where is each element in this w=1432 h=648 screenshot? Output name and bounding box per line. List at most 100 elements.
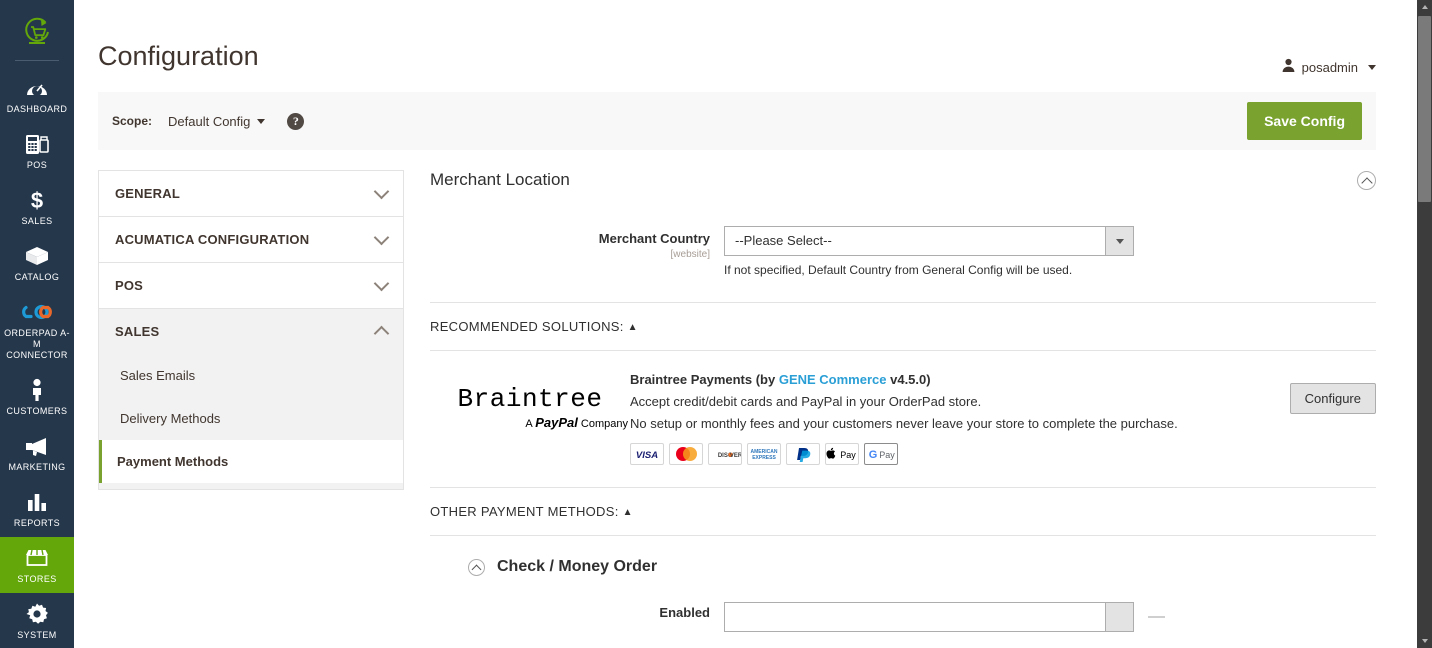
- discover-card-icon: DISC VER: [708, 443, 742, 465]
- merchant-country-control-col: --Please Select-- If not specified, Defa…: [724, 226, 1376, 278]
- amex-card-icon: AMERICAN EXPRESS: [747, 443, 781, 465]
- dashboard-gauge-icon: [2, 75, 72, 101]
- enabled-select[interactable]: [724, 602, 1134, 632]
- sidebar-item-system[interactable]: SYSTEM: [0, 593, 74, 648]
- gear-icon: [2, 601, 72, 627]
- bar-chart-icon: [2, 489, 72, 515]
- dollar-sign-icon: $: [2, 187, 72, 213]
- svg-text:EXPRESS: EXPRESS: [752, 455, 776, 461]
- orderpad-cart-logo-icon[interactable]: [0, 0, 74, 60]
- config-section-label: SALES: [115, 324, 160, 339]
- recommended-solutions-heading[interactable]: RECOMMENDED SOLUTIONS: ▲: [430, 303, 1376, 350]
- sidebar-item-label: POS: [26, 160, 48, 170]
- vertical-scrollbar[interactable]: [1417, 0, 1432, 648]
- sidebar-item-dashboard[interactable]: DASHBOARD: [0, 67, 74, 123]
- scope-value: Default Config: [168, 113, 251, 129]
- sidebar-item-reports[interactable]: REPORTS: [0, 481, 74, 537]
- configure-braintree-button[interactable]: Configure: [1289, 383, 1376, 414]
- chevron-down-icon: [1105, 227, 1133, 255]
- check-money-order-enabled-field: Enabled: [430, 602, 1376, 632]
- admin-user-name: posadmin: [1301, 59, 1358, 75]
- svg-text:G: G: [869, 449, 878, 461]
- merchant-country-label-col: Merchant Country [website]: [430, 226, 724, 260]
- sidebar-item-label: DASHBOARD: [6, 104, 68, 114]
- scroll-down-arrow-icon[interactable]: [1417, 634, 1432, 648]
- sidebar-item-label: MARKETING: [8, 462, 66, 472]
- sidebar-item-customers[interactable]: CUSTOMERS: [0, 369, 74, 425]
- config-section-sales[interactable]: SALES: [99, 309, 403, 354]
- tagline-suffix: Company: [577, 418, 628, 430]
- config-content: GENERAL ACUMATICA CONFIGURATION POS SALE…: [98, 170, 1376, 632]
- chevron-down-icon: [373, 183, 390, 200]
- payment-methods-panel: Merchant Location Merchant Country [webs…: [404, 170, 1376, 632]
- config-item-sales-emails[interactable]: Sales Emails: [99, 354, 403, 397]
- left-navigation: DASHBOARD POS $ SALES CATALOG ORDERPAD A…: [0, 0, 74, 648]
- braintree-desc-line-2: No setup or monthly fees and your custom…: [630, 416, 1178, 431]
- pos-terminal-icon: [2, 131, 72, 157]
- braintree-solution-row: Braintree A PayPal Company Braintree Pay…: [430, 351, 1376, 487]
- help-icon[interactable]: ?: [287, 112, 305, 130]
- braintree-wordmark: Braintree: [457, 384, 603, 414]
- config-item-label: Sales Emails: [120, 368, 196, 383]
- right-gutter: [1408, 0, 1417, 648]
- sidebar-item-label: REPORTS: [13, 518, 61, 528]
- scope-label: Scope:: [112, 114, 153, 128]
- scroll-up-arrow-icon[interactable]: [1417, 0, 1432, 14]
- link-chain-icon: [2, 299, 72, 325]
- config-item-delivery-methods[interactable]: Delivery Methods: [99, 397, 403, 440]
- svg-text:$: $: [31, 188, 43, 212]
- scope-switcher[interactable]: Default Config: [168, 113, 266, 129]
- sidebar-item-marketing[interactable]: MARKETING: [0, 425, 74, 481]
- merchant-country-field: Merchant Country [website] --Please Sele…: [430, 226, 1376, 278]
- chevron-down-icon: [1368, 64, 1376, 70]
- sidebar-item-orderpad-am-connector[interactable]: ORDERPAD A-M CONNECTOR: [0, 291, 74, 369]
- user-avatar-icon: [1281, 58, 1296, 76]
- accepted-cards: VISA DISC VER AMERICAN EXPRESS Pay G Pay: [630, 443, 1266, 465]
- sidebar-item-pos[interactable]: POS: [0, 123, 74, 179]
- collapse-section-icon[interactable]: [1357, 170, 1376, 190]
- braintree-title-post: v4.5.0): [886, 372, 931, 387]
- merchant-country-note: If not specified, Default Country from G…: [724, 263, 1073, 277]
- sidebar-item-label: SALES: [21, 216, 53, 226]
- page-header: Configuration posadmin: [74, 0, 1432, 76]
- logo-divider: [15, 60, 59, 61]
- apple-pay-icon: Pay: [825, 443, 859, 465]
- config-item-payment-methods[interactable]: Payment Methods: [99, 440, 403, 483]
- sidebar-item-sales[interactable]: $ SALES: [0, 179, 74, 235]
- paypal-wordmark: PayPal: [535, 415, 578, 430]
- enabled-label-col: Enabled: [430, 602, 724, 621]
- merchant-country-select[interactable]: --Please Select--: [724, 226, 1134, 256]
- sidebar-item-label: CUSTOMERS: [6, 406, 68, 416]
- sidebar-item-label: ORDERPAD A-M CONNECTOR: [4, 328, 70, 360]
- chevron-down-icon: [373, 275, 390, 292]
- config-section-general[interactable]: GENERAL: [99, 171, 403, 217]
- save-config-button[interactable]: Save Config: [1247, 102, 1362, 140]
- collapse-method-icon[interactable]: [468, 558, 485, 576]
- enabled-label: Enabled: [659, 605, 710, 620]
- check-money-order-header[interactable]: Check / Money Order: [430, 536, 1376, 576]
- use-system-value-checkbox[interactable]: [1148, 616, 1165, 618]
- chevron-down-icon: [1105, 603, 1133, 631]
- sidebar-item-catalog[interactable]: CATALOG: [0, 235, 74, 291]
- merchant-location-header: Merchant Location: [430, 170, 1376, 198]
- braintree-title-pre: Braintree Payments (by: [630, 372, 779, 387]
- gene-commerce-link[interactable]: GENE Commerce: [779, 372, 887, 387]
- scrollbar-thumb[interactable]: [1418, 16, 1431, 202]
- config-section-pos[interactable]: POS: [99, 263, 403, 309]
- mastercard-card-icon: [669, 443, 703, 465]
- config-section-acumatica-configuration[interactable]: ACUMATICA CONFIGURATION: [99, 217, 403, 263]
- sidebar-item-label: STORES: [17, 574, 57, 584]
- other-payment-methods-label: OTHER PAYMENT METHODS:: [430, 504, 619, 519]
- svg-text:VER: VER: [730, 453, 741, 459]
- check-money-order-title: Check / Money Order: [497, 558, 658, 575]
- config-nav: GENERAL ACUMATICA CONFIGURATION POS SALE…: [98, 170, 404, 490]
- chevron-up-icon: [373, 325, 390, 341]
- other-payment-methods-heading[interactable]: OTHER PAYMENT METHODS: ▲: [430, 488, 1376, 535]
- visa-card-icon: VISA: [630, 443, 664, 465]
- config-item-label: Delivery Methods: [120, 411, 221, 426]
- braintree-paypal-tagline: A PayPal Company: [430, 415, 630, 430]
- braintree-details: Braintree Payments (by GENE Commerce v4.…: [630, 371, 1266, 465]
- chevron-down-icon: [257, 118, 266, 124]
- sidebar-item-stores[interactable]: STORES: [0, 537, 74, 593]
- admin-user-menu[interactable]: posadmin: [1281, 58, 1376, 76]
